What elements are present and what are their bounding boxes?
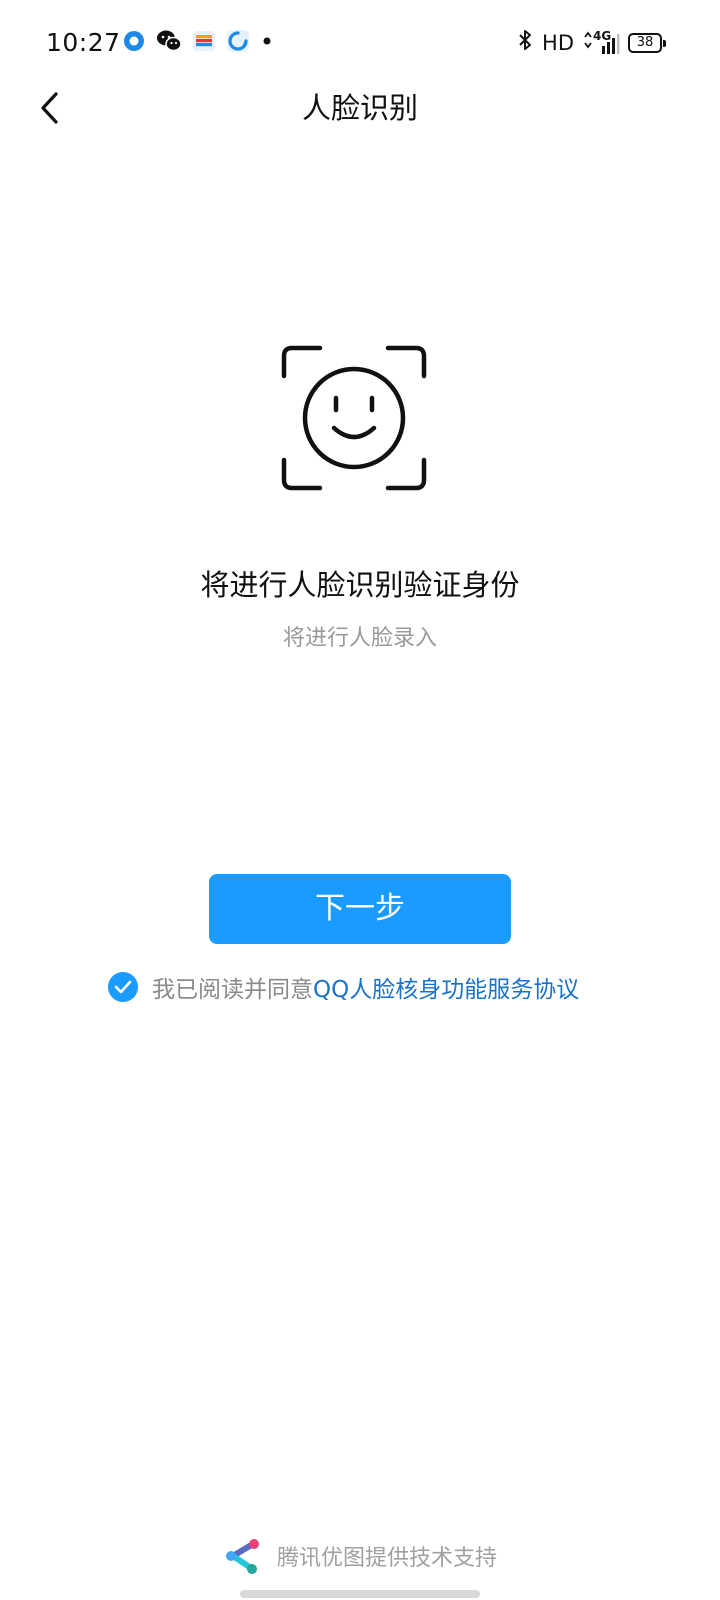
face-recognition-screen: 10:27 HD 4G 38 人脸识别 将进行人脸识别验证身份 将进行人脸录入 … bbox=[0, 0, 720, 1600]
app-ring-icon bbox=[122, 29, 146, 57]
agreement-link[interactable]: QQ人脸核身功能服务协议 bbox=[313, 970, 579, 1004]
notification-icons bbox=[122, 29, 284, 57]
face-scan-icon bbox=[280, 344, 428, 492]
footer: 腾讯优图提供技术支持 bbox=[0, 1536, 720, 1576]
footer-text: 腾讯优图提供技术支持 bbox=[276, 1546, 497, 1571]
chevron-left-icon bbox=[41, 92, 58, 124]
agreement-checkbox[interactable] bbox=[108, 972, 138, 1002]
bluetooth-icon bbox=[516, 28, 534, 57]
more-dot-icon bbox=[260, 29, 274, 57]
wechat-icon bbox=[156, 29, 182, 57]
home-indicator[interactable] bbox=[240, 1590, 480, 1598]
back-button[interactable] bbox=[34, 88, 70, 128]
status-time: 10:27 bbox=[46, 28, 121, 57]
network-label: 4G bbox=[593, 28, 612, 43]
signal-icon: 4G bbox=[582, 28, 620, 55]
page-title: 人脸识别 bbox=[301, 91, 418, 125]
browser-icon bbox=[226, 29, 250, 57]
battery-icon: 38 bbox=[628, 32, 666, 53]
checkmark-icon bbox=[114, 980, 132, 994]
headline: 将进行人脸识别验证身份 bbox=[200, 568, 520, 602]
battery-level: 38 bbox=[636, 34, 654, 50]
hd-label: HD bbox=[542, 30, 574, 55]
youtu-logo-icon bbox=[223, 1536, 263, 1576]
agreement-row: 我已阅读并同意 QQ人脸核身功能服务协议 bbox=[108, 970, 579, 1004]
agreement-prefix: 我已阅读并同意 bbox=[152, 977, 313, 1003]
subline: 将进行人脸录入 bbox=[282, 626, 437, 651]
wallet-icon bbox=[192, 29, 216, 57]
status-bar: 10:27 HD 4G 38 bbox=[0, 0, 720, 86]
status-right: HD 4G 38 bbox=[516, 28, 666, 57]
next-step-button[interactable]: 下一步 bbox=[209, 874, 511, 944]
